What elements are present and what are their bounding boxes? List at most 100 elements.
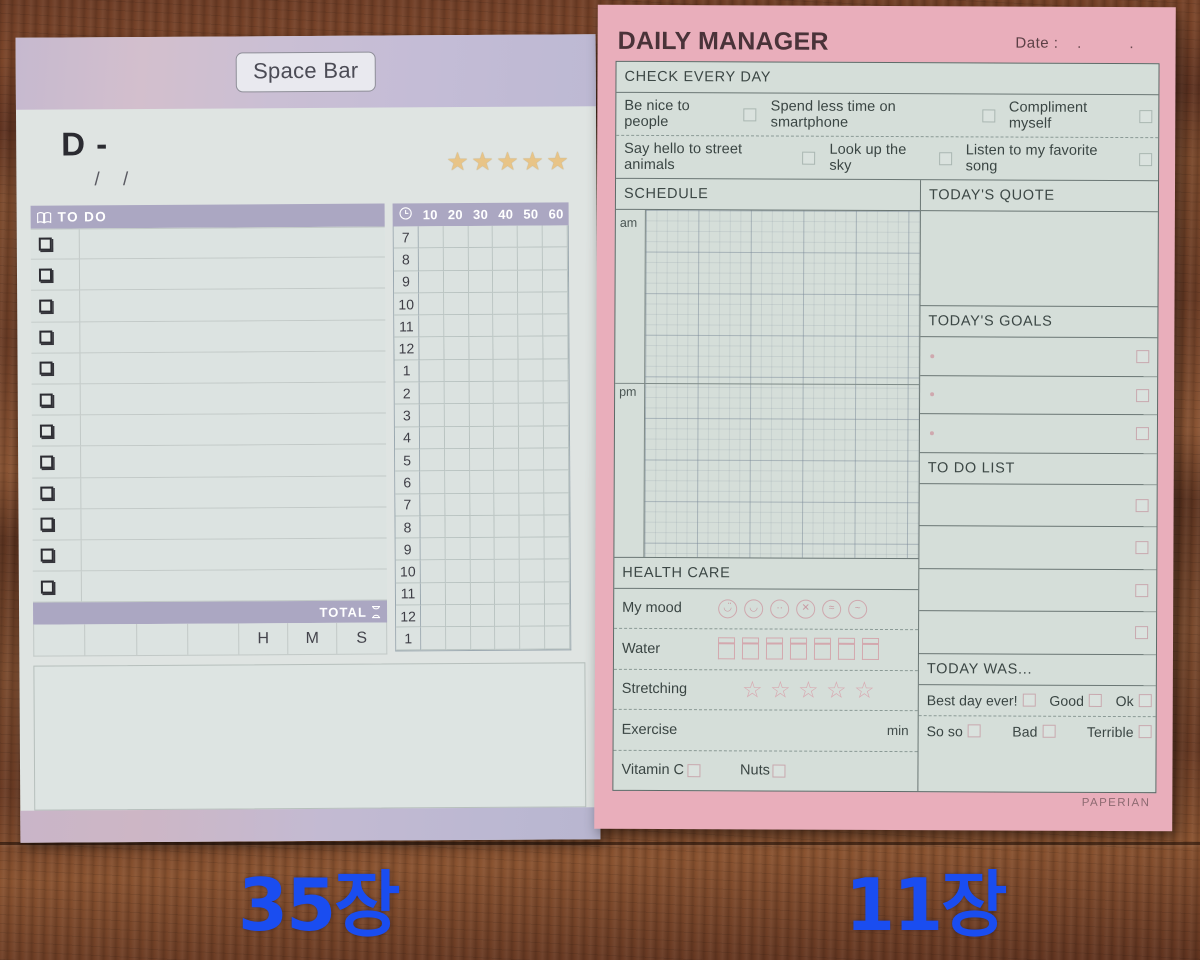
time-grid-slot[interactable] — [519, 448, 545, 471]
todo-checkbox[interactable] — [40, 486, 54, 500]
schedule-writing-area[interactable] — [644, 209, 920, 558]
to-do-list-row[interactable] — [919, 611, 1156, 654]
goal-text-input[interactable] — [934, 394, 1136, 395]
today-was-checkbox[interactable] — [1088, 693, 1103, 707]
time-grid-slot[interactable] — [493, 270, 519, 293]
total-hms-row[interactable]: H M S — [33, 622, 388, 657]
time-grid-slot[interactable] — [544, 559, 570, 583]
time-grid-slot[interactable] — [420, 538, 446, 561]
time-grid-row[interactable]: 3 — [394, 403, 569, 428]
time-grid-slot[interactable] — [543, 336, 569, 360]
ced-checkbox[interactable] — [802, 151, 816, 165]
time-grid-slot[interactable] — [544, 492, 570, 516]
time-grid-slot[interactable] — [518, 247, 544, 271]
todo-text-input[interactable] — [80, 242, 385, 244]
rating-stars[interactable]: ★ ★ ★ ★ ★ — [446, 147, 569, 176]
todo-checkbox[interactable] — [39, 330, 53, 344]
ced-checkbox[interactable] — [938, 151, 952, 165]
to-do-list-row[interactable] — [920, 484, 1157, 527]
water-glass-icon[interactable] — [813, 638, 832, 661]
mood-face-icon-smile[interactable]: ◡ — [744, 599, 764, 619]
todo-text-input[interactable] — [82, 522, 387, 524]
ced-checkbox[interactable] — [1139, 152, 1153, 166]
todo-row[interactable] — [30, 226, 385, 260]
to-do-list-row[interactable] — [919, 569, 1156, 612]
total-blank-cell[interactable] — [136, 623, 189, 656]
time-grid-slot[interactable] — [469, 337, 495, 360]
time-grid-slot[interactable] — [443, 270, 469, 294]
time-grid-slot[interactable] — [418, 226, 444, 249]
time-grid-slot[interactable] — [469, 381, 495, 405]
time-grid-slot[interactable] — [470, 538, 496, 561]
time-grid-slot[interactable] — [520, 560, 546, 583]
time-grid-slot[interactable] — [469, 493, 495, 516]
time-grid-slot[interactable] — [545, 604, 571, 627]
daily-manager-notepad[interactable]: DAILY MANAGER Date : . . CHECK EVERY DAY… — [594, 4, 1176, 832]
health-row-exercise[interactable]: Exercise min — [614, 710, 918, 751]
todo-checkbox[interactable] — [40, 517, 54, 531]
time-grid-slot[interactable] — [519, 537, 545, 561]
stretch-person-star-icon[interactable]: ☆ — [770, 676, 791, 702]
time-grid-slot[interactable] — [468, 292, 494, 316]
star-icon[interactable]: ★ — [546, 147, 569, 175]
time-grid-slot[interactable] — [543, 292, 569, 315]
to-do-list-row[interactable] — [919, 526, 1156, 569]
to-do-checkbox[interactable] — [1135, 498, 1149, 512]
time-grid-slot[interactable] — [470, 582, 496, 606]
todo-text-input[interactable] — [80, 335, 385, 337]
mood-face-icon-sad[interactable]: ✕ — [796, 599, 816, 619]
todo-text-input[interactable] — [82, 553, 387, 555]
health-row-stretching[interactable]: Stretching ☆ ☆ ☆ ☆ ☆ — [614, 669, 918, 710]
total-blank-cell[interactable] — [85, 624, 137, 656]
time-grid-slot[interactable] — [444, 448, 470, 472]
time-grid-slot[interactable] — [518, 337, 544, 360]
time-grid-slot[interactable] — [444, 382, 470, 405]
goal-text-input[interactable] — [934, 356, 1136, 357]
star-icon[interactable]: ★ — [496, 148, 519, 176]
time-grid-slot[interactable] — [469, 359, 495, 383]
time-grid-slot[interactable] — [419, 337, 445, 361]
todo-checkbox[interactable] — [40, 580, 54, 594]
time-grid-slot[interactable] — [444, 404, 470, 427]
total-seconds-cell[interactable]: S — [337, 623, 386, 654]
time-grid-slot[interactable] — [469, 471, 495, 494]
todo-rows[interactable] — [30, 226, 387, 603]
time-grid-slot[interactable] — [470, 604, 496, 628]
time-grid-slot[interactable] — [542, 225, 568, 248]
time-grid-slot[interactable] — [544, 515, 570, 538]
water-cup-group[interactable] — [717, 638, 880, 661]
todo-checkbox[interactable] — [39, 424, 53, 438]
todays-goals-rows[interactable] — [919, 337, 1158, 454]
memo-box[interactable] — [33, 662, 587, 811]
mood-face-group[interactable]: ◡̈ ◡ ·· ✕ ≈ ~ — [718, 599, 868, 619]
time-grid-slot[interactable] — [418, 270, 444, 294]
time-grid-slot[interactable] — [542, 247, 568, 271]
todo-text-input[interactable] — [82, 585, 387, 587]
time-grid-slot[interactable] — [519, 403, 545, 427]
time-grid-slot[interactable] — [543, 403, 569, 427]
time-grid-row[interactable]: 11 — [394, 314, 569, 338]
time-grid-slot[interactable] — [445, 515, 471, 539]
todo-checkbox[interactable] — [40, 455, 54, 469]
time-grid-row[interactable]: 10 — [395, 559, 570, 584]
todo-text-input[interactable] — [81, 366, 386, 368]
time-grid-slot[interactable] — [470, 627, 496, 650]
time-grid-slot[interactable] — [445, 605, 471, 628]
time-grid-slot[interactable] — [520, 626, 546, 650]
time-grid-row[interactable]: 5 — [395, 448, 570, 472]
time-grid-slot[interactable] — [419, 382, 445, 405]
time-grid-slot[interactable] — [445, 493, 471, 517]
time-grid-slot[interactable] — [470, 515, 496, 539]
space-bar-notepad[interactable]: Space Bar D - / / ★ ★ ★ ★ ★ TO DO TOTAL … — [15, 34, 601, 843]
time-grid-slot[interactable] — [494, 404, 520, 427]
todo-checkbox[interactable] — [38, 237, 52, 251]
todo-row[interactable] — [32, 444, 387, 479]
todo-row[interactable] — [32, 569, 387, 603]
time-grid-slot[interactable] — [468, 225, 494, 249]
goal-checkbox[interactable] — [1135, 427, 1149, 441]
todays-goal-row[interactable] — [920, 376, 1157, 415]
to-do-list-rows[interactable] — [918, 484, 1157, 655]
time-grid-slot[interactable] — [420, 516, 446, 539]
time-grid-slot[interactable] — [469, 404, 495, 427]
today-was-checkbox[interactable] — [1042, 724, 1056, 738]
